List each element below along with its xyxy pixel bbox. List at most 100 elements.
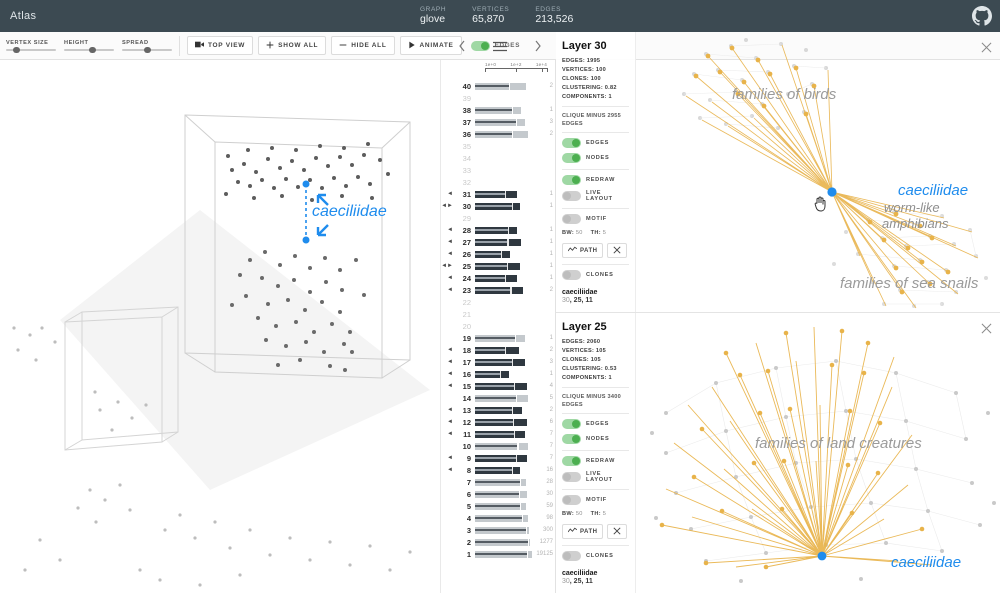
layer-row-27[interactable]: ◄ 27 1 [441,236,555,248]
layer-25-canvas[interactable] [636,313,1000,593]
layer-30-redraw-toggle[interactable] [562,175,581,186]
layer-row-17[interactable]: ◄ 17 3 [441,356,555,368]
layer-30-nodes-toggle[interactable] [562,153,581,164]
layer-25-clones-toggle-row[interactable]: CLONES [562,551,629,562]
height-knob[interactable] [89,46,96,54]
layer-row-13[interactable]: ◄ 13 2 [441,404,555,416]
layer-row-11[interactable]: ◄ 11 7 [441,428,555,440]
layer-25-nodes-toggle-row[interactable]: NODES [562,434,629,445]
layer-row-9[interactable]: ◄ 9 7 [441,452,555,464]
spread-knob[interactable] [144,46,151,54]
layer-25-edges-toggle[interactable] [562,419,581,430]
layer-30-redraw-toggle-row[interactable]: REDRAW [562,175,629,186]
show-all-button[interactable]: SHOW ALL [258,36,327,55]
layer-row-34[interactable]: 34 [441,152,555,164]
layer-row-33[interactable]: 33 [441,164,555,176]
chevron-left-icon[interactable] [458,40,466,52]
layer-25-redraw-toggle[interactable] [562,456,581,467]
height-slider[interactable]: HEIGHT [64,40,114,54]
vertex-size-knob[interactable] [13,46,20,54]
layer-row-count: 7 [549,431,553,437]
layer-row-15[interactable]: ◄ 15 4 [441,380,555,392]
layer-25-livelayout-toggle-row[interactable]: LIVE LAYOUT [562,471,629,483]
layer-30-motif-toggle-row[interactable]: MOTIF [562,214,629,225]
layer-row-22[interactable]: 22 [441,296,555,308]
hide-all-button[interactable]: HIDE ALL [331,36,395,55]
height-track[interactable] [64,46,114,54]
layer-row-40[interactable]: 40 2 [441,80,555,92]
layer-25-nodes-toggle[interactable] [562,434,581,445]
layer-row-37[interactable]: 37 3 [441,116,555,128]
layer-25-edges-toggle-row[interactable]: EDGES [562,419,629,430]
layer-row-index: 30 [462,201,471,211]
layer-row-38[interactable]: 38 1 [441,104,555,116]
layer-30-edges-toggle[interactable] [562,138,581,149]
layer-30-clones-toggle-row[interactable]: CLONES [562,270,629,281]
layer-30-edges-toggle-row[interactable]: EDGES [562,138,629,149]
layer-30-motif-toggle[interactable] [562,214,581,225]
layer-row-28[interactable]: ◄ 28 1 [441,224,555,236]
close-icon[interactable] [981,40,992,53]
layer-row-29[interactable]: 29 [441,212,555,224]
layer-row-6[interactable]: 6 30 [441,488,555,500]
layer-row-39[interactable]: 39 [441,92,555,104]
chevron-right-icon[interactable] [534,40,542,52]
graph-3d-canvas[interactable] [0,60,440,593]
layer-row-21[interactable]: 21 [441,308,555,320]
layer-row-23[interactable]: ◄ 23 2 [441,284,555,296]
vertex-size-track[interactable] [6,46,56,54]
layer-row-index: 12 [462,417,471,427]
layer-30-path-button[interactable]: PATH [562,243,604,259]
layer-30-livelayout-toggle-row[interactable]: LIVE LAYOUT [562,190,629,202]
layer-row-3[interactable]: 3 300 [441,524,555,536]
spread-slider[interactable]: SPREAD [122,40,172,54]
layer-row-list[interactable]: 40 2 39 38 1 37 3 36 2 35 34 33 32 ◄ 31 1 ◄► 30 1 29 ◄ 28 1 ◄ 27… [441,80,555,560]
layer-row-2[interactable]: 2 1277 [441,536,555,548]
layer-row-24[interactable]: ◄ 24 1 [441,272,555,284]
github-icon[interactable] [972,6,992,26]
layer-row-7[interactable]: 7 28 [441,476,555,488]
layer-row-26[interactable]: ◄ 26 1 [441,248,555,260]
layer-histogram-panel[interactable]: 1e+0 1e+2 1e+4 40 2 39 38 1 37 3 36 2 35 34 33 32 ◄ 31… [440,60,556,593]
top-view-button[interactable]: TOP VIEW [187,36,254,55]
layer-row-index: 13 [462,405,471,415]
layer-25-motif-toggle-row[interactable]: MOTIF [562,495,629,506]
layer-row-8[interactable]: ◄ 8 16 [441,464,555,476]
layer-25-clones-toggle[interactable] [562,551,581,562]
layer-row-10[interactable]: 10 7 [441,440,555,452]
layer-row-25[interactable]: ◄► 25 1 [441,260,555,272]
layer-30-nodes-toggle-row[interactable]: NODES [562,153,629,164]
layer-30-livelayout-toggle[interactable] [562,191,581,202]
layer-25-motif-toggle[interactable] [562,495,581,506]
layer-row-1[interactable]: 1 19125 [441,548,555,560]
layer-row-32[interactable]: 32 [441,176,555,188]
layer-30-edges-toggle-label: EDGES [586,140,610,147]
vertex-size-slider[interactable]: VERTEX SIZE [6,40,56,54]
layer-row-31[interactable]: ◄ 31 1 [441,188,555,200]
hamburger-icon[interactable] [492,41,507,52]
layer-30-graph[interactable]: families of birds caeciliidae worm-like … [636,32,1000,312]
axis-line [485,68,548,73]
layer-row-19[interactable]: 19 1 [441,332,555,344]
layer-25-livelayout-toggle[interactable] [562,472,581,483]
layer-row-20[interactable]: 20 [441,320,555,332]
spread-track[interactable] [122,46,172,54]
layer-30-clones-toggle[interactable] [562,270,581,281]
layer-25-graph[interactable]: families of land creatures caeciliidae [636,313,1000,593]
close-icon[interactable] [981,321,992,334]
layer-30-canvas[interactable] [636,32,1000,312]
layer-row-4[interactable]: 4 98 [441,512,555,524]
layer-row-30[interactable]: ◄► 30 1 [441,200,555,212]
layer-30-clear-button[interactable] [607,243,628,259]
layer-row-12[interactable]: ◄ 12 6 [441,416,555,428]
layer-25-redraw-toggle-row[interactable]: REDRAW [562,456,629,467]
layer-row-35[interactable]: 35 [441,140,555,152]
graph-3d-viewport[interactable]: caeciliidae [0,60,440,593]
layer-row-18[interactable]: ◄ 18 2 [441,344,555,356]
layer-row-36[interactable]: 36 2 [441,128,555,140]
layer-row-16[interactable]: ◄ 16 1 [441,368,555,380]
layer-row-14[interactable]: 14 5 [441,392,555,404]
layer-row-5[interactable]: 5 59 [441,500,555,512]
layer-25-path-button[interactable]: PATH [562,524,604,540]
layer-25-clear-button[interactable] [607,524,628,540]
